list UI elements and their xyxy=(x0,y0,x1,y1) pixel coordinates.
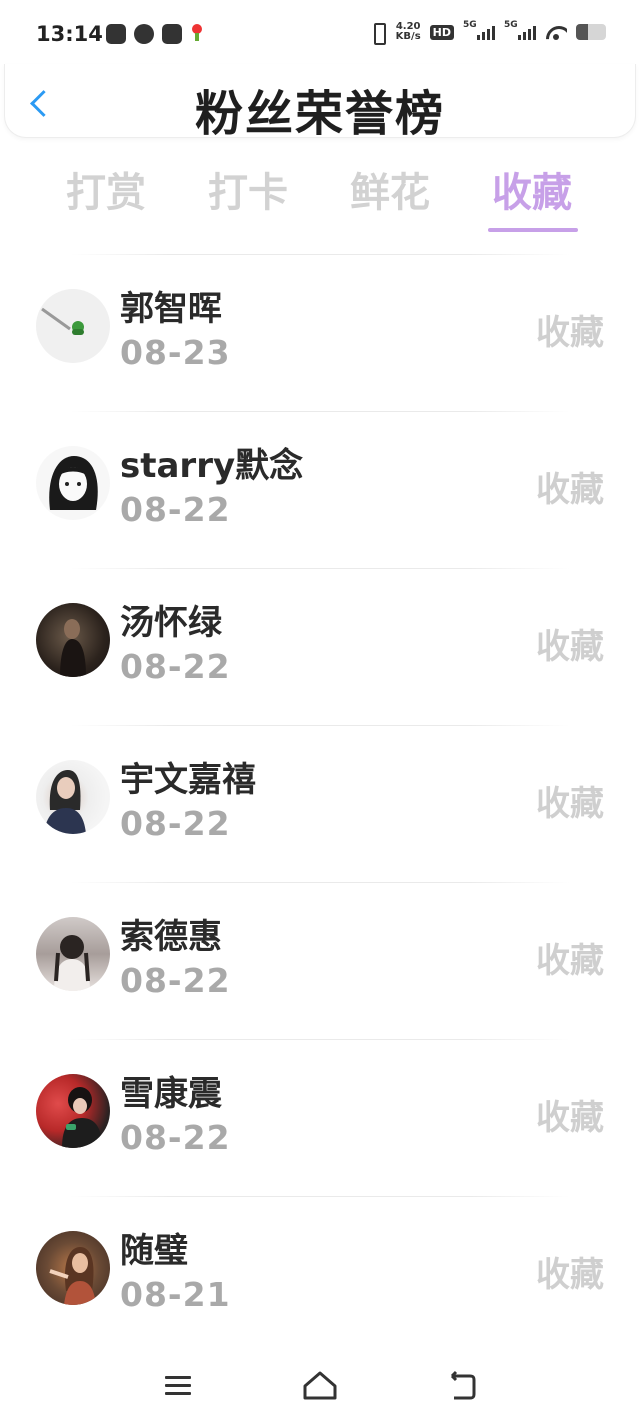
list-item[interactable]: 索德惠 08-22 收藏 xyxy=(0,883,640,1039)
action-label: 收藏 xyxy=(536,627,604,667)
user-name: 郭智晖 xyxy=(120,289,222,329)
battery-fill xyxy=(576,24,588,40)
user-name: 索德惠 xyxy=(120,917,222,957)
hd-icon: HD xyxy=(429,24,454,40)
action-label: 收藏 xyxy=(536,1255,604,1295)
system-navigation-bar xyxy=(0,1340,640,1423)
avatar xyxy=(36,446,110,520)
vibrate-icon xyxy=(369,22,387,45)
wifi-icon xyxy=(545,24,567,40)
user-name: 宇文嘉禧 xyxy=(120,760,256,800)
tab-checkin[interactable]: 打卡 xyxy=(178,160,318,218)
user-date: 08-22 xyxy=(120,804,231,843)
signal-sim1-icon: 5G xyxy=(463,20,495,40)
status-bar: 13:14 4.20 KB/s HD 5G 5G xyxy=(0,0,640,70)
avatar xyxy=(36,1074,110,1148)
page-title: 粉丝荣誉榜 xyxy=(194,86,445,142)
sim1-label: 5G xyxy=(463,20,477,30)
list-item[interactable]: 宇文嘉禧 08-22 收藏 xyxy=(0,726,640,882)
list-item[interactable]: 雪康震 08-22 收藏 xyxy=(0,1040,640,1196)
system-indicators: 4.20 KB/s HD 5G 5G xyxy=(369,20,606,45)
action-label: 收藏 xyxy=(536,313,604,353)
user-date: 08-21 xyxy=(120,1275,231,1314)
user-name: 随璧 xyxy=(120,1231,188,1271)
battery-icon xyxy=(576,24,606,40)
user-date: 08-23 xyxy=(120,333,231,372)
music-app-icon xyxy=(106,24,126,44)
map-pin-icon xyxy=(190,24,204,44)
fan-list: 郭智晖 08-23 收藏 starry默念 08-22 收藏 汤怀绿 08-22… xyxy=(0,254,640,1353)
home-icon[interactable] xyxy=(300,1368,340,1402)
user-name: 汤怀绿 xyxy=(120,603,222,643)
user-name: 雪康震 xyxy=(120,1074,222,1114)
avatar xyxy=(36,289,110,363)
message-app-icon xyxy=(162,24,182,44)
user-date: 08-22 xyxy=(120,1118,231,1157)
header: 粉丝荣誉榜 xyxy=(4,64,636,142)
network-speed-unit: KB/s xyxy=(395,31,421,42)
user-date: 08-22 xyxy=(120,647,231,686)
user-name: starry默念 xyxy=(120,446,304,486)
list-item[interactable]: 郭智晖 08-23 收藏 xyxy=(0,255,640,411)
back-icon[interactable] xyxy=(442,1368,482,1402)
tab-favorites[interactable]: 收藏 xyxy=(462,160,602,218)
action-label: 收藏 xyxy=(536,1098,604,1138)
link-app-icon xyxy=(134,24,154,44)
avatar xyxy=(36,760,110,834)
active-tab-indicator xyxy=(488,228,578,232)
tab-flowers[interactable]: 鲜花 xyxy=(320,160,460,218)
tab-bar: 打赏 打卡 鲜花 收藏 xyxy=(36,160,606,240)
user-date: 08-22 xyxy=(120,490,231,529)
avatar xyxy=(36,1231,110,1305)
avatar xyxy=(36,917,110,991)
tab-reward[interactable]: 打赏 xyxy=(36,160,176,218)
action-label: 收藏 xyxy=(536,784,604,824)
action-label: 收藏 xyxy=(536,470,604,510)
avatar xyxy=(36,603,110,677)
list-item[interactable]: starry默念 08-22 收藏 xyxy=(0,412,640,568)
list-item[interactable]: 汤怀绿 08-22 收藏 xyxy=(0,569,640,725)
user-date: 08-22 xyxy=(120,961,231,1000)
menu-icon[interactable] xyxy=(158,1368,198,1402)
network-speed: 4.20 KB/s xyxy=(396,22,421,42)
action-label: 收藏 xyxy=(536,941,604,981)
list-item[interactable]: 随璧 08-21 收藏 xyxy=(0,1197,640,1353)
sim2-label: 5G xyxy=(504,20,518,30)
signal-sim2-icon: 5G xyxy=(504,20,536,40)
status-time: 13:14 xyxy=(36,22,103,46)
notification-icons xyxy=(106,24,204,44)
